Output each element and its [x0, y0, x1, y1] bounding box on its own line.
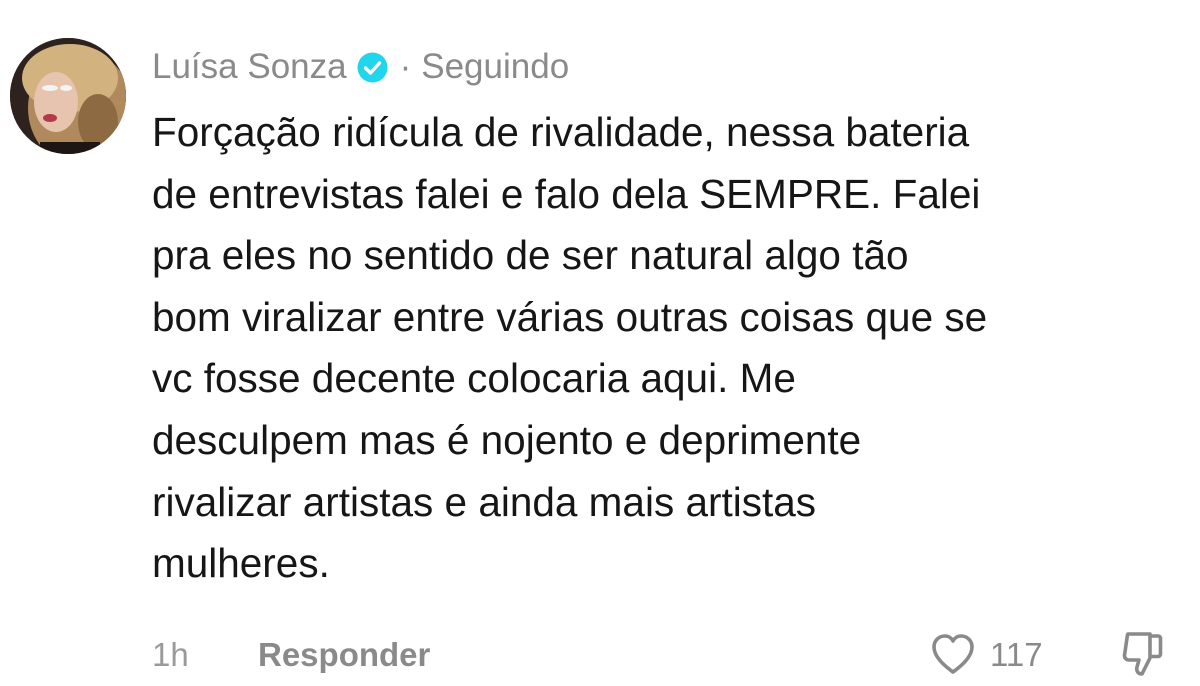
comment-text-line: desculpem mas é nojento e deprimente	[152, 416, 862, 463]
avatar[interactable]	[10, 38, 126, 154]
comment-author[interactable]: Luísa Sonza	[152, 47, 347, 87]
comment-text-line: de entrevistas falei e falo dela SEMPRE.…	[152, 170, 981, 217]
reply-button[interactable]: Responder	[258, 636, 430, 674]
comment-text-line: rivalizar artistas e ainda mais artistas	[152, 478, 816, 525]
like-count: 117	[990, 636, 1043, 673]
comment-header: Luísa Sonza · Seguindo	[152, 44, 569, 90]
comment-text-line: pra eles no sentido de ser natural algo …	[152, 232, 909, 279]
comment-timestamp: 1h	[152, 636, 189, 673]
comment-text-line: Forçação ridícula de rivalidade, nessa b…	[152, 109, 970, 155]
comment-text-line: mulheres.	[152, 540, 330, 587]
comment-footer: 1h Responder 117	[152, 630, 1192, 680]
verified-badge-icon	[357, 52, 388, 83]
header-separator: ·	[399, 47, 412, 86]
comment-text: Forçação ridícula de rivalidade, nessa b…	[152, 102, 1182, 595]
avatar-image	[10, 38, 126, 154]
comment-text-line: vc fosse decente colocaria aqui. Me	[152, 355, 796, 402]
comment-text-line: bom viralizar entre várias outras coisas…	[152, 293, 988, 340]
comment-item: Luísa Sonza · Seguindo Forçação ridícula…	[0, 0, 1200, 686]
thumbs-down-icon[interactable]	[1120, 630, 1164, 678]
follow-status[interactable]: Seguindo	[421, 47, 569, 87]
heart-outline-icon[interactable]	[930, 632, 976, 676]
